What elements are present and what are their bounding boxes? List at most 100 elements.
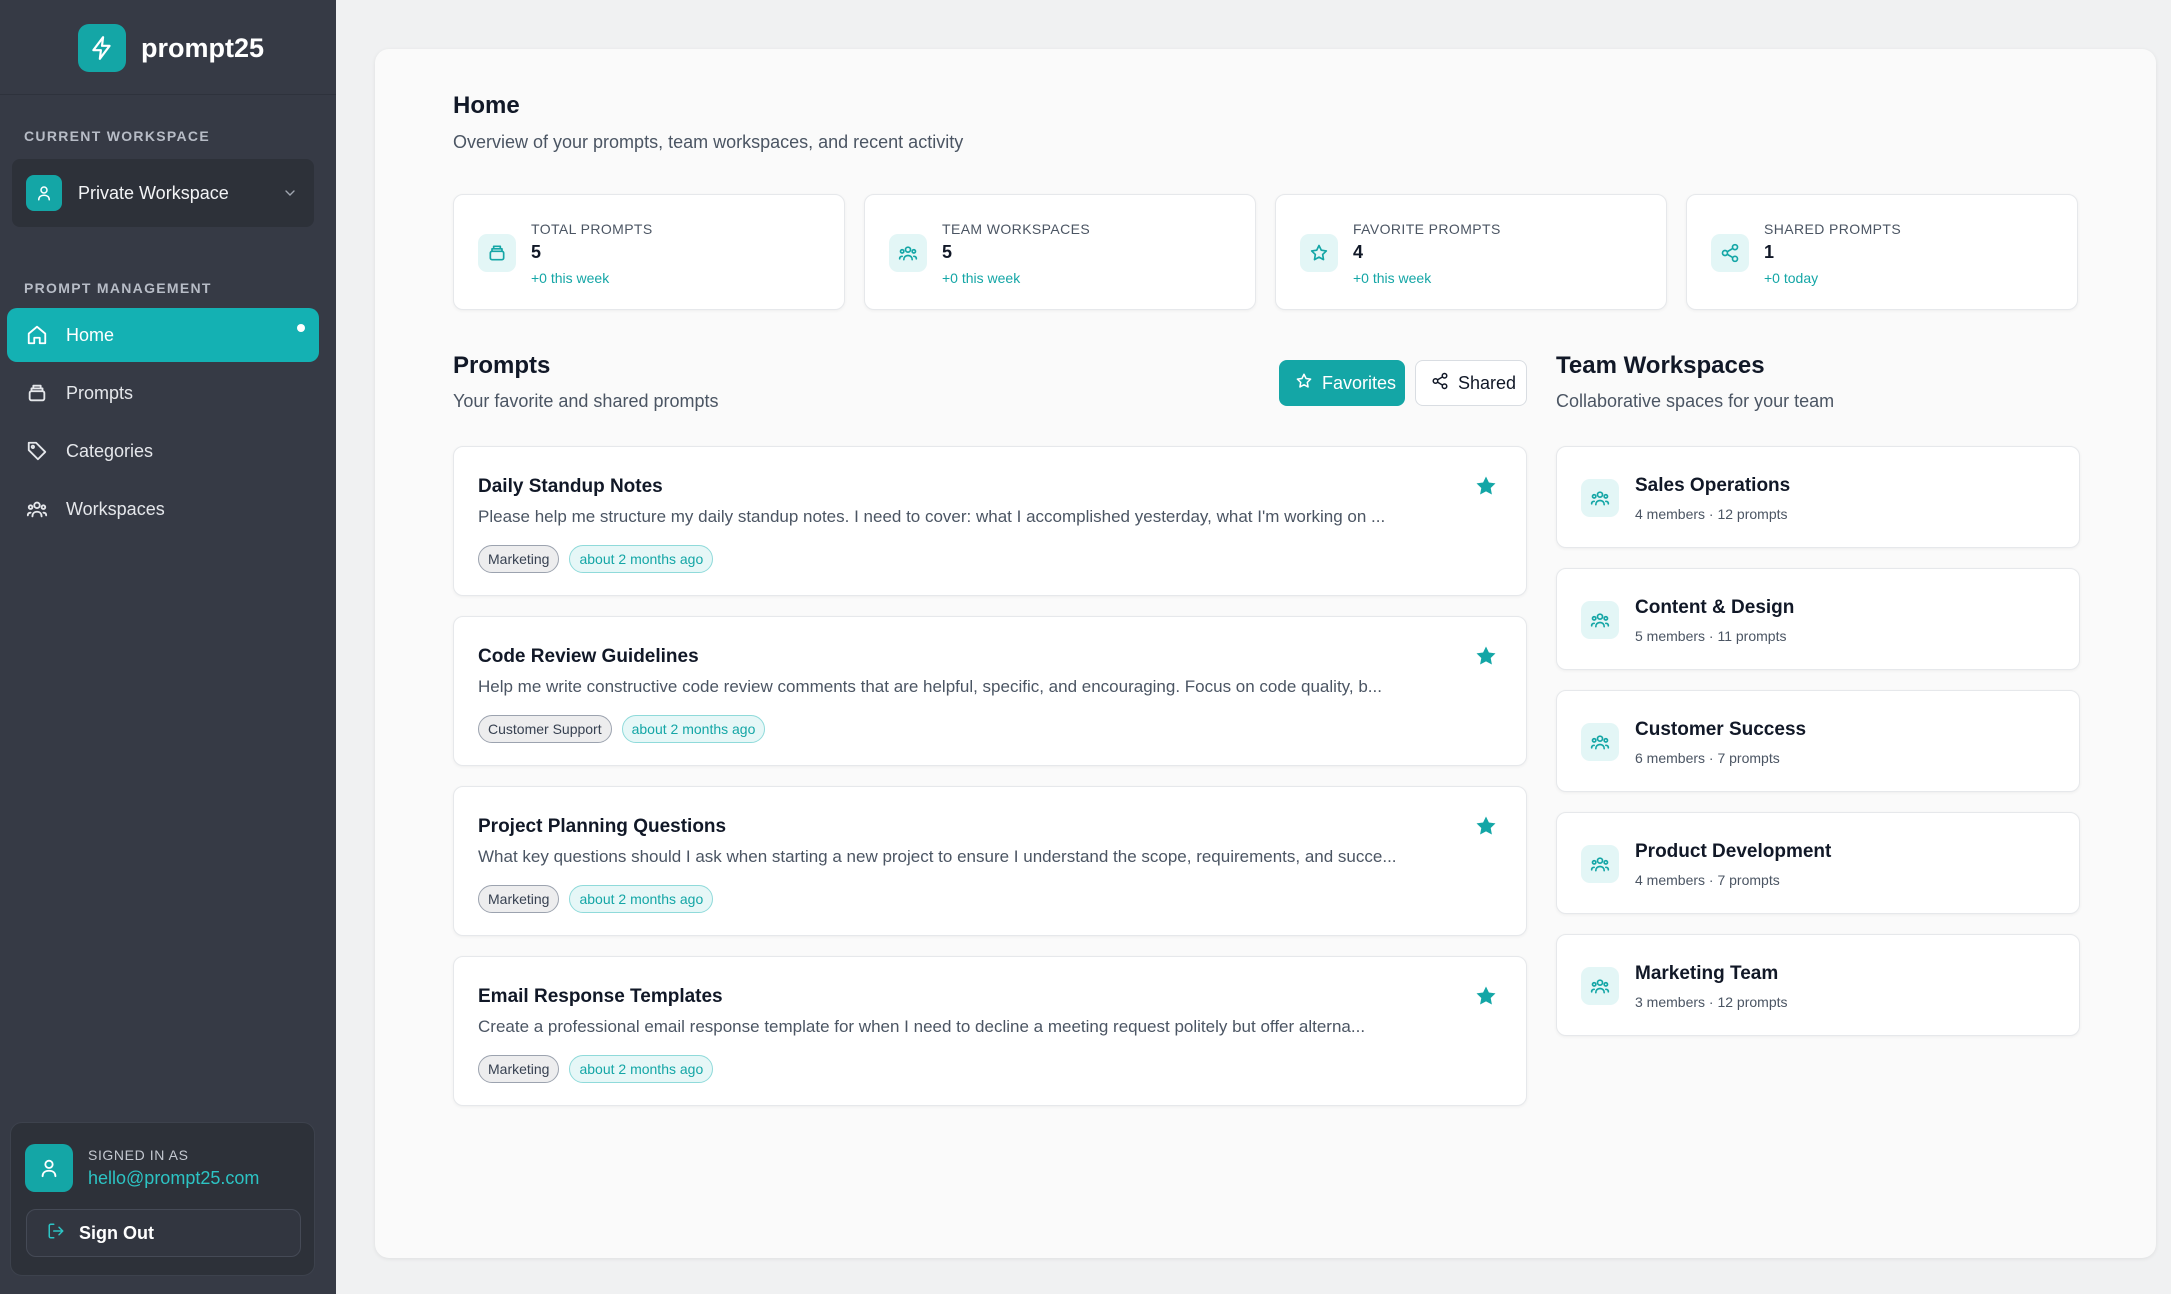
sidebar: prompt25 CURRENT WORKSPACE Private Works… (0, 0, 336, 1294)
star-filled-icon[interactable] (1474, 474, 1498, 498)
stat-value: 5 (942, 242, 953, 262)
prompt-description: Create a professional email response tem… (478, 1017, 1366, 1036)
team-name: Content & Design (1635, 597, 1795, 618)
star-filled-icon[interactable] (1474, 984, 1498, 1008)
sidebar-item-label: Home (66, 324, 115, 345)
prompts-section-title: Prompts (453, 352, 551, 379)
layers-icon (25, 381, 49, 405)
avatar (25, 1144, 73, 1192)
prompt-description: What key questions should I ask when sta… (478, 847, 1397, 866)
category-tag[interactable]: Marketing (478, 545, 560, 573)
stat-delta: +0 this week (942, 270, 1021, 286)
team-meta: 3 members · 12 prompts (1635, 994, 1788, 1010)
share-icon (1711, 234, 1749, 272)
team-icon (1581, 723, 1619, 761)
sidebar-item-home[interactable]: Home (7, 308, 319, 362)
prompt-card[interactable]: Code Review Guidelines Help me write con… (453, 616, 1527, 766)
prompt-tags: Customer Support about 2 months ago (478, 715, 775, 743)
team-workspace-card[interactable]: Sales Operations 4 members · 12 prompts (1556, 446, 2080, 548)
stat-delta: +0 today (1764, 270, 1819, 286)
active-indicator (297, 324, 305, 332)
stat-label: FAVORITE PROMPTS (1353, 221, 1501, 237)
star-filled-icon[interactable] (1474, 814, 1498, 838)
prompts-section-subtitle: Your favorite and shared prompts (453, 391, 719, 411)
prompt-card[interactable]: Daily Standup Notes Please help me struc… (453, 446, 1527, 596)
time-badge: about 2 months ago (569, 885, 714, 913)
team-name: Product Development (1635, 841, 1832, 862)
user-email: hello@prompt25.com (88, 1168, 260, 1188)
star-icon (1300, 234, 1338, 272)
tag-icon (25, 439, 49, 463)
signed-in-label: SIGNED IN AS (88, 1147, 189, 1163)
home-icon (25, 323, 49, 347)
sign-out-label: Sign Out (79, 1222, 154, 1243)
tab-label: Favorites (1322, 372, 1397, 393)
team-meta: 5 members · 11 prompts (1635, 628, 1787, 644)
brand[interactable]: prompt25 (78, 24, 264, 72)
time-badge: about 2 months ago (621, 715, 766, 743)
team-icon (889, 234, 927, 272)
prompt-tags: Marketing about 2 months ago (478, 885, 723, 913)
share-icon (1431, 372, 1449, 395)
layers-icon (478, 234, 516, 272)
main-panel: Home Overview of your prompts, team work… (375, 49, 2156, 1258)
user-card: SIGNED IN AS hello@prompt25.com Sign Out (10, 1122, 315, 1276)
team-name: Customer Success (1635, 719, 1807, 740)
sign-out-icon (47, 1222, 65, 1245)
sidebar-item-prompts[interactable]: Prompts (7, 366, 319, 420)
stat-card-shared-prompts: SHARED PROMPTS 1 +0 today (1686, 194, 2078, 310)
stat-card-total-prompts: TOTAL PROMPTS 5 +0 this week (453, 194, 845, 310)
stat-card-favorite-prompts: FAVORITE PROMPTS 4 +0 this week (1275, 194, 1667, 310)
workspace-section-label: CURRENT WORKSPACE (24, 128, 210, 144)
time-badge: about 2 months ago (569, 1055, 714, 1083)
prompt-title: Code Review Guidelines (478, 646, 699, 667)
tab-favorites[interactable]: Favorites (1279, 360, 1405, 406)
workspace-name: Private Workspace (78, 182, 229, 203)
stat-value: 1 (1764, 242, 1775, 262)
teams-section-title: Team Workspaces (1556, 352, 1765, 379)
team-meta: 4 members · 12 prompts (1635, 506, 1788, 522)
stat-value: 5 (531, 242, 542, 262)
star-outline-icon (1295, 372, 1313, 395)
user-icon (26, 175, 62, 211)
stat-label: TOTAL PROMPTS (531, 221, 653, 237)
stat-delta: +0 this week (1353, 270, 1432, 286)
nav-section-label: PROMPT MANAGEMENT (24, 280, 212, 296)
prompt-card[interactable]: Project Planning Questions What key ques… (453, 786, 1527, 936)
star-filled-icon[interactable] (1474, 644, 1498, 668)
team-meta: 6 members · 7 prompts (1635, 750, 1780, 766)
team-icon (1581, 601, 1619, 639)
prompt-title: Project Planning Questions (478, 816, 727, 837)
team-name: Sales Operations (1635, 475, 1791, 496)
prompt-title: Daily Standup Notes (478, 476, 663, 497)
workspace-selector[interactable]: Private Workspace (12, 159, 314, 227)
category-tag[interactable]: Marketing (478, 1055, 560, 1083)
category-tag[interactable]: Marketing (478, 885, 560, 913)
page-title: Home (453, 92, 520, 119)
page-subtitle: Overview of your prompts, team workspace… (453, 132, 964, 152)
divider (0, 94, 336, 95)
sign-out-button[interactable]: Sign Out (26, 1209, 301, 1257)
sidebar-item-workspaces[interactable]: Workspaces (7, 482, 319, 536)
stat-label: TEAM WORKSPACES (942, 221, 1091, 237)
lightning-icon (78, 24, 126, 72)
sidebar-item-categories[interactable]: Categories (7, 424, 319, 478)
team-workspace-card[interactable]: Marketing Team 3 members · 12 prompts (1556, 934, 2080, 1036)
team-icon (25, 497, 49, 521)
team-icon (1581, 845, 1619, 883)
stat-card-team-workspaces: TEAM WORKSPACES 5 +0 this week (864, 194, 1256, 310)
prompt-card[interactable]: Email Response Templates Create a profes… (453, 956, 1527, 1106)
team-workspace-card[interactable]: Customer Success 6 members · 7 prompts (1556, 690, 2080, 792)
category-tag[interactable]: Customer Support (478, 715, 612, 743)
team-workspace-card[interactable]: Content & Design 5 members · 11 prompts (1556, 568, 2080, 670)
sidebar-item-label: Prompts (66, 382, 134, 403)
prompt-description: Help me write constructive code review c… (478, 677, 1382, 696)
prompt-title: Email Response Templates (478, 986, 723, 1007)
stat-label: SHARED PROMPTS (1764, 221, 1902, 237)
stat-value: 4 (1353, 242, 1364, 262)
tab-shared[interactable]: Shared (1415, 360, 1527, 406)
tab-label: Shared (1458, 372, 1517, 393)
team-workspace-card[interactable]: Product Development 4 members · 7 prompt… (1556, 812, 2080, 914)
sidebar-nav: Home Prompts Categories Workspaces (7, 308, 319, 540)
chevron-down-icon (280, 183, 300, 203)
